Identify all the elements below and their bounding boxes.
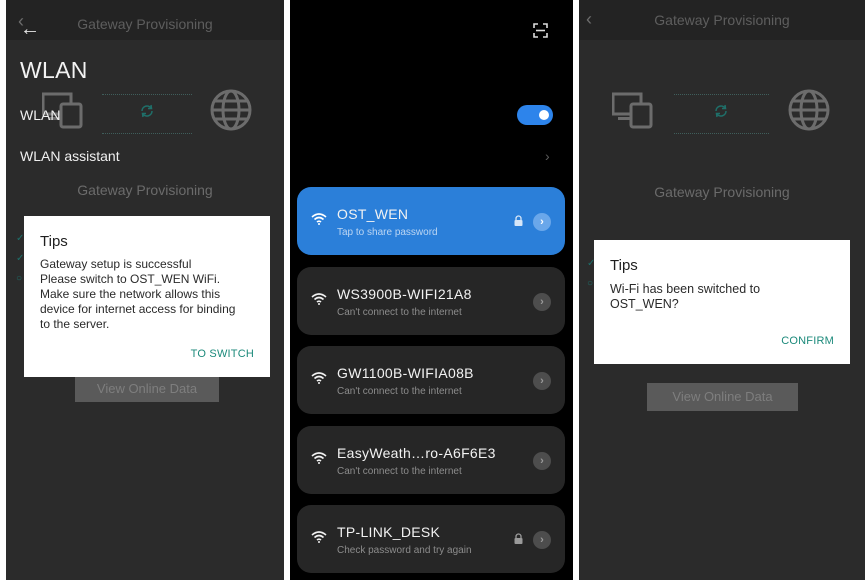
dialog-line: Please switch to OST_WEN WiFi. xyxy=(40,272,221,286)
back-arrow-icon[interactable]: ← xyxy=(20,18,40,41)
network-status: Can't connect to the internet xyxy=(337,386,462,397)
network-details-arrow-icon[interactable]: › xyxy=(533,372,551,390)
network-status: Tap to share password xyxy=(337,227,438,238)
sync-icon xyxy=(715,104,727,118)
lock-icon xyxy=(514,215,523,226)
page-title: WLAN xyxy=(20,57,88,83)
dialog-line: OST_WEN? xyxy=(610,297,679,311)
right-gateway-screen: ‹ Gateway Provisioning Gateway Provision… xyxy=(579,0,865,580)
view-online-data-button[interactable]: View Online Data xyxy=(75,376,219,402)
network-item[interactable]: EasyWeath…ro-A6F6E3 Can't connect to the… xyxy=(297,426,565,494)
dialog-title: Tips xyxy=(40,233,68,250)
check-icon: ○ xyxy=(587,278,594,289)
network-details-arrow-icon[interactable]: › xyxy=(533,452,551,470)
wifi-icon xyxy=(311,213,327,225)
check-icon: ○ xyxy=(16,273,23,284)
network-item-ost-wen[interactable]: OST_WEN Tap to share password › xyxy=(297,187,565,255)
confirm-button[interactable]: CONFIRM xyxy=(781,335,834,347)
network-name: GW1100B-WIFIA08B xyxy=(337,365,474,381)
network-name: OST_WEN xyxy=(337,206,409,222)
header-bar: ‹ Gateway Provisioning xyxy=(579,0,865,40)
network-status: Check password and try again xyxy=(337,545,472,556)
wifi-icon xyxy=(311,293,327,305)
network-status: Can't connect to the internet xyxy=(337,307,462,318)
tips-dialog: Tips Wi-Fi has been switched to OST_WEN?… xyxy=(594,240,850,364)
dialog-line: Make sure the network allows this xyxy=(40,287,221,301)
connection-line xyxy=(674,94,769,95)
network-name: WS3900B-WIFI21A8 xyxy=(337,286,472,302)
to-switch-button[interactable]: TO SWITCH xyxy=(191,348,254,360)
connection-line xyxy=(102,94,192,95)
network-details-arrow-icon[interactable]: › xyxy=(533,213,551,231)
dialog-line: Gateway setup is successful xyxy=(40,257,192,271)
dialog-line: to the server. xyxy=(40,317,110,331)
connection-line xyxy=(102,133,192,134)
view-online-data-button[interactable]: View Online Data xyxy=(647,383,798,411)
globe-icon xyxy=(210,89,252,131)
network-name: EasyWeath…ro-A6F6E3 xyxy=(337,445,496,461)
wlan-toggle[interactable] xyxy=(517,105,553,125)
network-name: TP-LINK_DESK xyxy=(337,524,441,540)
network-item[interactable]: WS3900B-WIFI21A8 Can't connect to the in… xyxy=(297,267,565,335)
header-bar: ‹ Gateway Provisioning xyxy=(6,0,284,40)
globe-icon xyxy=(788,89,830,131)
network-details-arrow-icon[interactable]: › xyxy=(533,293,551,311)
network-status: Can't connect to the internet xyxy=(337,466,462,477)
network-details-arrow-icon[interactable]: › xyxy=(533,531,551,549)
network-item[interactable]: TP-LINK_DESK Check password and try agai… xyxy=(297,505,565,573)
dialog-line: device for internet access for binding xyxy=(40,302,236,316)
network-item[interactable]: GW1100B-WIFIA08B Can't connect to the in… xyxy=(297,346,565,414)
page-title: Gateway Provisioning xyxy=(77,16,213,32)
page-title: Gateway Provisioning xyxy=(654,12,790,28)
wifi-icon xyxy=(311,452,327,464)
sync-icon xyxy=(141,104,153,118)
dialog-message: Wi-Fi has been switched to OST_WEN? xyxy=(610,282,760,312)
provisioning-heading: Gateway Provisioning xyxy=(654,184,790,200)
devices-icon xyxy=(612,92,653,129)
dialog-line: Wi-Fi has been switched to xyxy=(610,282,761,296)
wifi-icon xyxy=(311,372,327,384)
tips-dialog: Tips Gateway setup is successful Please … xyxy=(24,216,270,377)
lock-icon xyxy=(514,533,523,544)
dialog-title: Tips xyxy=(610,257,638,274)
left-gateway-screen: ‹ Gateway Provisioning Gateway Provision… xyxy=(6,0,284,580)
wlan-toggle-label: WLAN xyxy=(20,107,61,123)
dialog-message: Gateway setup is successful Please switc… xyxy=(40,257,235,332)
connection-line xyxy=(674,133,769,134)
wlan-assistant-item[interactable]: WLAN assistant xyxy=(20,148,120,164)
chevron-right-icon: › xyxy=(545,148,550,164)
wifi-icon xyxy=(311,531,327,543)
scan-icon[interactable] xyxy=(533,23,548,38)
provisioning-heading: Gateway Provisioning xyxy=(77,182,213,198)
